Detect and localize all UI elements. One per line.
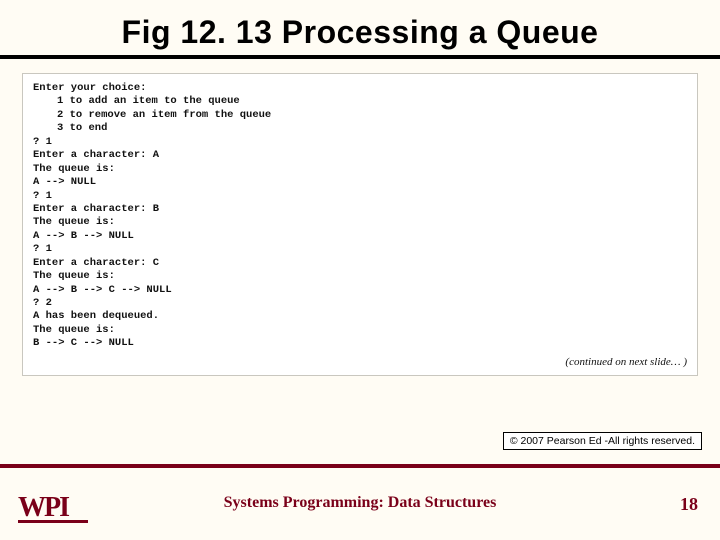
console-line: ? 1: [33, 243, 687, 256]
continued-note: (continued on next slide… ): [33, 351, 687, 369]
console-line: The queue is:: [33, 270, 687, 283]
logo-underline: [18, 520, 88, 523]
console-line: The queue is:: [33, 216, 687, 229]
console-line: A --> NULL: [33, 176, 687, 189]
console-line: 1 to add an item to the queue: [33, 95, 687, 108]
page-title: Fig 12. 13 Processing a Queue: [0, 14, 720, 51]
copyright-box: © 2007 Pearson Ed -All rights reserved.: [503, 432, 702, 450]
console-line: ? 2: [33, 297, 687, 310]
page-number: 18: [680, 494, 698, 515]
console-line: A --> B --> NULL: [33, 230, 687, 243]
course-topic: Data Structures: [384, 494, 497, 511]
title-divider: [0, 55, 720, 59]
console-line: 2 to remove an item from the queue: [33, 109, 687, 122]
footer: WPI Systems Programming: Data Structures…: [0, 468, 720, 540]
console-line: Enter a character: C: [33, 257, 687, 270]
console-line: ? 1: [33, 136, 687, 149]
console-line: The queue is:: [33, 324, 687, 337]
console-line: 3 to end: [33, 122, 687, 135]
footer-title: Systems Programming: Data Structures: [0, 494, 720, 512]
console-line: A --> B --> C --> NULL: [33, 284, 687, 297]
console-line: Enter a character: B: [33, 203, 687, 216]
console-output-panel: Enter your choice: 1 to add an item to t…: [22, 73, 698, 376]
console-line: ? 1: [33, 190, 687, 203]
title-bar: Fig 12. 13 Processing a Queue: [0, 0, 720, 55]
console-line: A has been dequeued.: [33, 310, 687, 323]
course-prefix: Systems Programming:: [224, 494, 384, 511]
console-line: Enter your choice:: [33, 82, 687, 95]
console-line: Enter a character: A: [33, 149, 687, 162]
console-line: The queue is:: [33, 163, 687, 176]
console-line: B --> C --> NULL: [33, 337, 687, 350]
